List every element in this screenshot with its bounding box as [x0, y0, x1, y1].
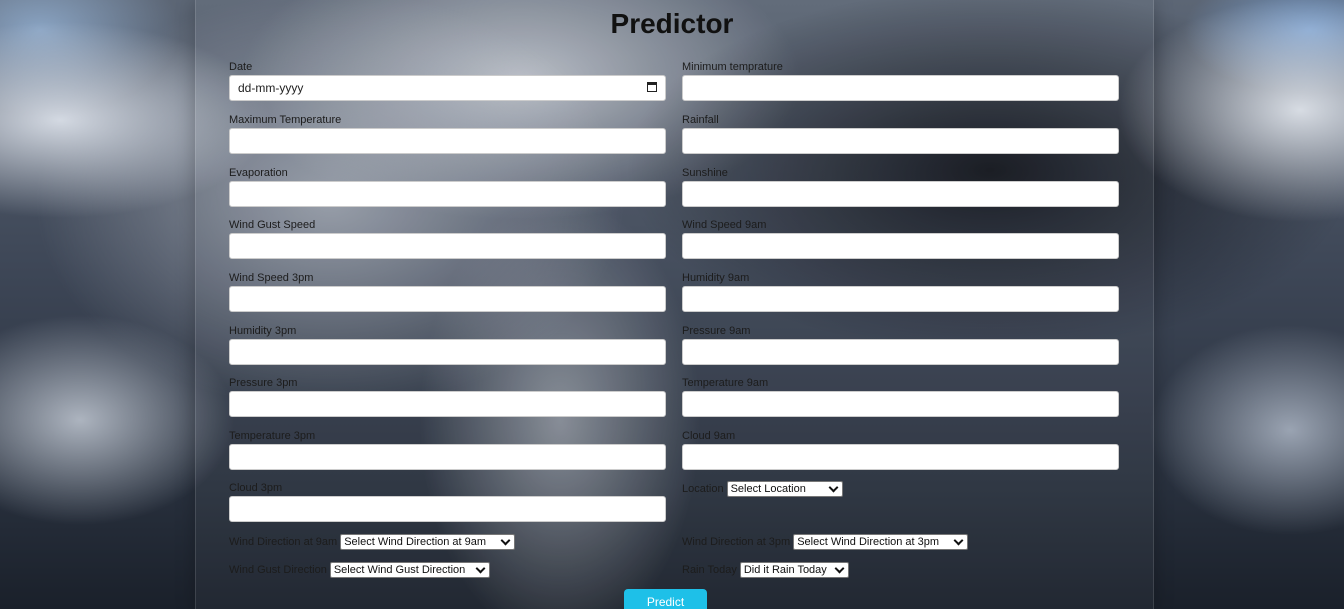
wind-dir-9am-field: Wind Direction at 9am Select Wind Direct…	[229, 534, 516, 550]
temperature-3pm-field: Temperature 3pm	[229, 429, 666, 470]
sunshine-label: Sunshine	[682, 167, 728, 179]
wind-speed-9am-input[interactable]	[682, 233, 1119, 259]
max-temperature-label: Maximum Temperature	[229, 114, 342, 126]
humidity-3pm-label: Humidity 3pm	[229, 325, 297, 337]
wind-gust-dir-field: Wind Gust Direction Select Wind Gust Dir…	[229, 562, 490, 578]
wind-gust-speed-field: Wind Gust Speed	[229, 218, 666, 259]
location-field: Location Select Location	[682, 481, 843, 497]
wind-dir-9am-select[interactable]: Select Wind Direction at 9am	[340, 534, 516, 550]
evaporation-label: Evaporation	[229, 167, 288, 179]
pressure-9am-field: Pressure 9am	[682, 324, 1119, 365]
chevron-down-icon	[828, 482, 839, 493]
humidity-9am-input[interactable]	[682, 286, 1119, 312]
wind-gust-speed-label: Wind Gust Speed	[229, 219, 316, 231]
rainfall-field: Rainfall	[682, 113, 1119, 154]
cloud-9am-input[interactable]	[682, 444, 1119, 470]
wind-gust-dir-select[interactable]: Select Wind Gust Direction	[329, 562, 490, 578]
pressure-9am-label: Pressure 9am	[682, 325, 751, 337]
pressure-3pm-label: Pressure 3pm	[229, 377, 298, 389]
wind-gust-dir-label: Wind Gust Direction	[229, 564, 327, 576]
temperature-3pm-input[interactable]	[229, 444, 666, 470]
location-label: Location	[682, 483, 724, 495]
rain-today-field: Rain Today Did it Rain Today	[682, 562, 849, 578]
max-temperature-field: Maximum Temperature	[229, 113, 666, 154]
wind-gust-dir-select-value: Select Wind Gust Direction	[333, 564, 466, 576]
pressure-9am-input[interactable]	[682, 339, 1119, 365]
wind-dir-9am-label: Wind Direction at 9am	[229, 536, 338, 548]
date-field: Date dd-mm-yyyy	[229, 60, 666, 101]
wind-speed-9am-field: Wind Speed 9am	[682, 218, 1119, 259]
cloud-3pm-label: Cloud 3pm	[229, 482, 283, 494]
rain-today-select-value: Did it Rain Today	[743, 564, 827, 576]
wind-speed-3pm-field: Wind Speed 3pm	[229, 271, 666, 312]
wind-dir-3pm-label: Wind Direction at 3pm	[682, 536, 791, 548]
humidity-9am-field: Humidity 9am	[682, 271, 1119, 312]
evaporation-input[interactable]	[229, 181, 666, 207]
pressure-3pm-input[interactable]	[229, 391, 666, 417]
wind-dir-9am-select-value: Select Wind Direction at 9am	[344, 536, 487, 548]
date-input[interactable]: dd-mm-yyyy	[229, 75, 666, 101]
chevron-down-icon	[475, 563, 486, 574]
temperature-9am-label: Temperature 9am	[682, 377, 769, 389]
max-temperature-input[interactable]	[229, 128, 666, 154]
cloud-3pm-input[interactable]	[229, 496, 666, 522]
cloud-3pm-field: Cloud 3pm	[229, 481, 666, 522]
predict-button[interactable]: Predict	[624, 589, 707, 609]
rain-today-select[interactable]: Did it Rain Today	[739, 562, 849, 578]
rain-today-label: Rain Today	[682, 564, 737, 576]
chevron-down-icon	[953, 535, 964, 546]
wind-speed-3pm-input[interactable]	[229, 286, 666, 312]
chevron-down-icon	[500, 535, 511, 546]
rainfall-input[interactable]	[682, 128, 1119, 154]
location-select-value: Select Location	[730, 483, 806, 495]
cloud-9am-field: Cloud 9am	[682, 429, 1119, 470]
cloud-9am-label: Cloud 9am	[682, 430, 736, 442]
page-title: Predictor	[610, 8, 734, 39]
humidity-3pm-field: Humidity 3pm	[229, 324, 666, 365]
wind-dir-3pm-select[interactable]: Select Wind Direction at 3pm	[793, 534, 969, 550]
chevron-down-icon	[834, 563, 845, 574]
sunshine-field: Sunshine	[682, 166, 1119, 207]
wind-gust-speed-input[interactable]	[229, 233, 666, 259]
temperature-9am-field: Temperature 9am	[682, 376, 1119, 417]
sunshine-input[interactable]	[682, 181, 1119, 207]
humidity-9am-label: Humidity 9am	[682, 272, 750, 284]
temperature-3pm-label: Temperature 3pm	[229, 430, 316, 442]
date-label: Date	[229, 61, 253, 73]
min-temperature-input[interactable]	[682, 75, 1119, 101]
rainfall-label: Rainfall	[682, 114, 719, 126]
humidity-3pm-input[interactable]	[229, 339, 666, 365]
wind-speed-3pm-label: Wind Speed 3pm	[229, 272, 314, 284]
evaporation-field: Evaporation	[229, 166, 666, 207]
pressure-3pm-field: Pressure 3pm	[229, 376, 666, 417]
calendar-icon[interactable]	[647, 82, 657, 92]
wind-dir-3pm-field: Wind Direction at 3pm Select Wind Direct…	[682, 534, 969, 550]
date-placeholder: dd-mm-yyyy	[238, 81, 304, 95]
location-select[interactable]: Select Location	[726, 481, 843, 497]
min-temperature-field: Minimum temprature	[682, 60, 1119, 101]
wind-speed-9am-label: Wind Speed 9am	[682, 219, 767, 231]
wind-dir-3pm-select-value: Select Wind Direction at 3pm	[797, 536, 940, 548]
min-temperature-label: Minimum temprature	[682, 61, 783, 73]
temperature-9am-input[interactable]	[682, 391, 1119, 417]
